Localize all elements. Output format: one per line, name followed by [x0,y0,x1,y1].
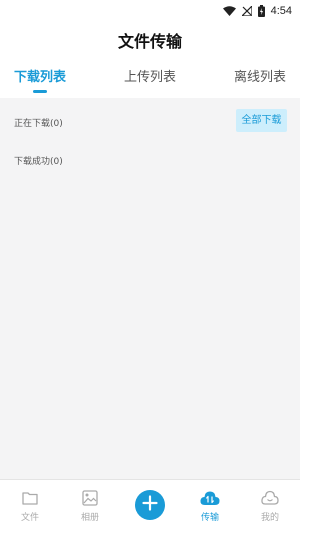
nav-item-files[interactable]: 文件 [10,480,50,534]
folder-icon [22,489,38,507]
status-bar: 4:54 [0,0,300,22]
tab-bar: 下载列表 上传列表 离线列表 [0,66,300,98]
cloud-transfer-icon [200,489,220,507]
nav-label-mine: 我的 [260,513,279,523]
nav-label-files: 文件 [20,513,39,523]
downloading-section-label: 正在下载(0) [14,119,63,129]
image-icon [82,489,98,507]
status-time: 4:54 [270,5,292,17]
tab-offline-list[interactable]: 离线列表 [234,66,286,85]
nav-label-album: 相册 [80,513,99,523]
page-title: 文件传输 [117,32,182,51]
nav-item-album[interactable]: 相册 [70,480,110,534]
signal-icon [241,6,252,16]
download-all-button[interactable]: 全部下载 [236,109,287,132]
nav-item-transfer[interactable]: 传输 [190,480,230,534]
add-button[interactable] [135,490,165,520]
wifi-icon [222,6,236,16]
nav-item-mine[interactable]: 我的 [250,480,290,534]
nav-label-transfer: 传输 [200,513,219,523]
smile-icon [261,489,279,507]
tab-upload-list[interactable]: 上传列表 [124,66,176,85]
battery-icon [257,5,265,17]
downloaded-section-label: 下载成功(0) [14,157,63,167]
plus-icon [142,495,158,515]
tab-download-list[interactable]: 下载列表 [14,66,66,85]
tab-active-indicator [33,90,47,93]
